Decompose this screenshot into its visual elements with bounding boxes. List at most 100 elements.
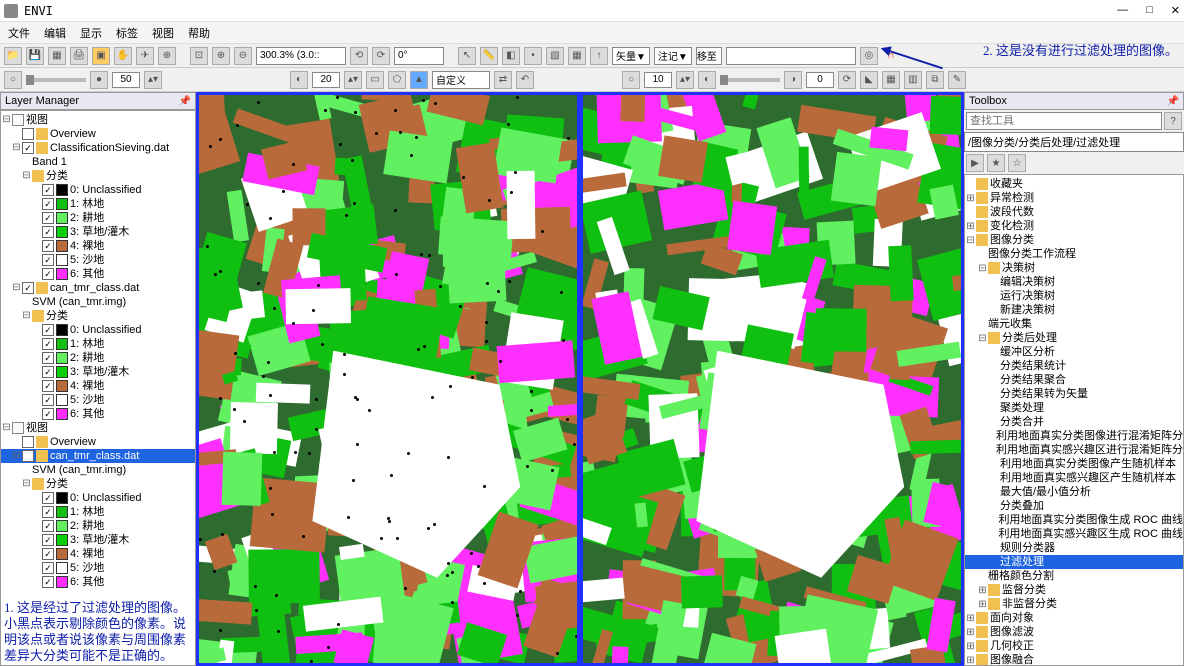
tree-row[interactable]: ⊟ 分类 <box>1 169 195 183</box>
zoom-combo[interactable]: 300.3% (3.0:: <box>256 47 346 65</box>
expand-icon[interactable]: ⊟ <box>21 477 32 491</box>
expand-icon[interactable]: ⊟ <box>11 449 22 463</box>
toolbox-item[interactable]: ⊞ 图像滤波 <box>965 625 1183 639</box>
refresh-icon[interactable]: ⟳ <box>838 71 856 89</box>
gauss-icon[interactable]: ▲ <box>410 71 428 89</box>
toolbox-item[interactable]: ⊞ 非监督分类 <box>965 597 1183 611</box>
val-2[interactable] <box>312 72 340 88</box>
undo-icon[interactable]: ↶ <box>516 71 534 89</box>
checkbox[interactable]: ✓ <box>42 226 54 238</box>
tree-row[interactable]: ✓ 1: 林地 <box>1 337 195 351</box>
pan-icon[interactable]: ✋ <box>114 47 132 65</box>
stepper-1[interactable]: ▴▾ <box>144 71 162 89</box>
point-icon[interactable]: • <box>524 47 542 65</box>
checkbox[interactable]: ✓ <box>42 240 54 252</box>
toolbox-item[interactable]: 最大值/最小值分析 <box>965 485 1183 499</box>
checkbox[interactable]: ✓ <box>42 492 54 504</box>
toolbox-item[interactable]: 波段代数 <box>965 205 1183 219</box>
tree-row[interactable]: ✓ 6: 其他 <box>1 407 195 421</box>
go-icon[interactable]: ▶ <box>966 154 984 172</box>
expand-icon[interactable]: ⊟ <box>11 281 22 295</box>
checkbox[interactable]: ✓ <box>42 352 54 364</box>
layer-tree[interactable]: ⊟ 视图 Overview ⊟ ✓ ClassificationSieving.… <box>0 110 196 666</box>
stepper-2[interactable]: ▴▾ <box>344 71 362 89</box>
toolbox-item[interactable]: ⊞ 几何校正 <box>965 639 1183 653</box>
toolbox-item[interactable]: 利用地面真实感兴趣区进行混淆矩阵分 <box>965 443 1183 457</box>
slider-1[interactable] <box>26 78 86 82</box>
checkbox[interactable]: ✓ <box>42 212 54 224</box>
tree-row[interactable]: ✓ 6: 其他 <box>1 267 195 281</box>
expand-icon[interactable]: ⊞ <box>965 220 976 233</box>
fav-icon[interactable]: ★ <box>987 154 1005 172</box>
half-icon[interactable]: ◐ <box>290 71 308 89</box>
tree-row[interactable]: ✓ 3: 草地/灌木 <box>1 533 195 547</box>
max-button[interactable]: □ <box>1146 4 1153 17</box>
toolbox-item[interactable]: ⊞ 面向对象 <box>965 611 1183 625</box>
menu-label[interactable]: 标签 <box>116 25 138 41</box>
sharpen-icon[interactable]: ◣ <box>860 71 878 89</box>
expand-icon[interactable]: ⊞ <box>965 654 976 666</box>
tree-row[interactable]: ✓ 3: 草地/灌木 <box>1 365 195 379</box>
toolbox-item[interactable]: 利用地面真实分类图像进行混淆矩阵分 <box>965 429 1183 443</box>
checkbox[interactable]: ✓ <box>42 408 54 420</box>
checkbox[interactable]: ✓ <box>42 394 54 406</box>
toolbox-item[interactable]: 利用地面真实分类图像产生随机样本 <box>965 457 1183 471</box>
toolbox-item[interactable]: 编辑决策树 <box>965 275 1183 289</box>
search-input[interactable] <box>966 112 1162 130</box>
expand-icon[interactable]: ⊟ <box>965 234 976 247</box>
split-icon[interactable]: ▥ <box>904 71 922 89</box>
toolbox-item[interactable]: 分类结果转为矢量 <box>965 387 1183 401</box>
tree-row[interactable]: ✓ 4: 裸地 <box>1 379 195 393</box>
tree-row[interactable]: ✓ 5: 沙地 <box>1 561 195 575</box>
checkbox[interactable]: ✓ <box>42 562 54 574</box>
checkbox[interactable]: ✓ <box>42 338 54 350</box>
checkbox[interactable]: ✓ <box>22 450 34 462</box>
tree-row[interactable]: ✓ 2: 耕地 <box>1 519 195 533</box>
slider-2[interactable] <box>720 78 780 82</box>
tree-row[interactable]: ⊟ 视图 <box>1 421 195 435</box>
checkbox[interactable]: ✓ <box>42 576 54 588</box>
expand-icon[interactable]: ⊟ <box>21 169 32 183</box>
checkbox[interactable]: ✓ <box>42 324 54 336</box>
val-4[interactable] <box>806 72 834 88</box>
expand-icon[interactable]: ⊞ <box>965 640 976 653</box>
tree-row[interactable]: Band 1 <box>1 155 195 169</box>
grid2-icon[interactable]: ▦ <box>882 71 900 89</box>
goto-field[interactable] <box>726 47 856 65</box>
toolbox-item[interactable]: 分类叠加 <box>965 499 1183 513</box>
toolbox-item[interactable]: ⊟ 图像分类 <box>965 233 1183 247</box>
toolbox-tree[interactable]: 收藏夹 ⊞ 异常检测 波段代数 ⊞ 变化检测 ⊟ 图像分类 图像分类工作流程 ⊟… <box>964 174 1184 666</box>
toolbox-item[interactable]: 缓冲区分析 <box>965 345 1183 359</box>
toolbox-item[interactable]: 端元收集 <box>965 317 1183 331</box>
expand-icon[interactable]: ⊟ <box>11 141 22 155</box>
checkbox[interactable] <box>22 436 34 448</box>
view-right[interactable] <box>580 92 964 666</box>
wand-icon[interactable]: ✎ <box>948 71 966 89</box>
fit-icon[interactable]: ⊡ <box>190 47 208 65</box>
tree-row[interactable]: Overview <box>1 435 195 449</box>
checkbox[interactable] <box>22 128 34 140</box>
expand-icon[interactable]: ⊞ <box>965 626 976 639</box>
disc-icon[interactable]: ● <box>90 71 108 89</box>
checkbox[interactable]: ✓ <box>42 268 54 280</box>
close-button[interactable]: ✕ <box>1171 4 1180 17</box>
annot-combo[interactable]: 注记▼ <box>654 47 692 65</box>
checkbox[interactable]: ✓ <box>42 548 54 560</box>
print-icon[interactable]: 🖨 <box>70 47 88 65</box>
toolbox-item[interactable]: 利用地面真实感兴趣区产生随机样本 <box>965 471 1183 485</box>
toolbox-item[interactable]: 新建决策树 <box>965 303 1183 317</box>
checkbox[interactable]: ✓ <box>42 366 54 378</box>
toolbox-item[interactable]: 分类合并 <box>965 415 1183 429</box>
checkbox[interactable]: ✓ <box>22 142 34 154</box>
pin-icon[interactable]: 📌 <box>179 96 191 107</box>
stepper-3[interactable]: ▴▾ <box>676 71 694 89</box>
tree-row[interactable]: ✓ 5: 沙地 <box>1 393 195 407</box>
toolbox-item[interactable]: ⊞ 变化检测 <box>965 219 1183 233</box>
checkbox[interactable]: ✓ <box>42 184 54 196</box>
tree-row[interactable]: ✓ 6: 其他 <box>1 575 195 589</box>
tree-row[interactable]: ✓ 2: 耕地 <box>1 211 195 225</box>
val-1[interactable] <box>112 72 140 88</box>
chip-icon[interactable]: ▦ <box>48 47 66 65</box>
toolbox-item[interactable]: 聚类处理 <box>965 401 1183 415</box>
tree-row[interactable]: ⊟ ✓ ClassificationSieving.dat <box>1 141 195 155</box>
